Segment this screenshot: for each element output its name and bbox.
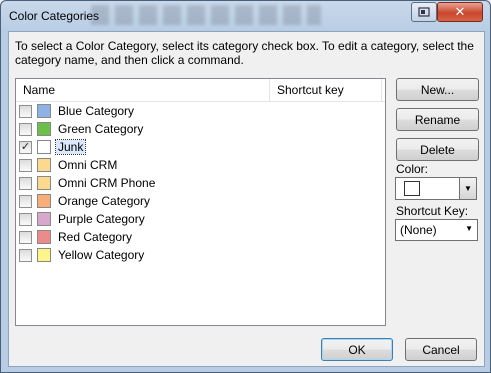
category-color-swatch [37,104,51,118]
ok-button[interactable]: OK [321,338,393,361]
chevron-down-icon[interactable]: ▼ [459,178,476,199]
category-name[interactable]: Omni CRM [56,158,119,172]
category-name[interactable]: Orange Category [56,194,152,208]
category-checkbox[interactable] [19,123,32,136]
shortcut-key-label: Shortcut Key: [396,204,469,218]
help-icon[interactable] [411,2,437,22]
list-item[interactable]: Orange Category [16,192,385,210]
dialog-body: To select a Color Category, select its c… [8,31,485,367]
list-item[interactable]: Blue Category [16,102,385,120]
delete-button[interactable]: Delete [396,138,479,161]
new-button[interactable]: New... [396,78,479,101]
category-checkbox[interactable] [19,249,32,262]
color-picker[interactable]: ▼ [395,177,477,200]
instructions-text: To select a Color Category, select its c… [15,39,474,67]
category-checkbox[interactable] [19,159,32,172]
shortcut-key-value: (None) [400,223,437,237]
category-name[interactable]: Omni CRM Phone [56,176,157,190]
window-title: Color Categories [9,9,100,23]
column-header-name[interactable]: Name [16,79,270,101]
list-header: Name Shortcut key [16,79,385,102]
category-checkbox[interactable] [19,177,32,190]
category-name[interactable]: Purple Category [56,212,147,226]
color-swatch [404,181,420,196]
category-checkbox[interactable] [19,213,32,226]
category-color-swatch [37,158,51,172]
shortcut-key-dropdown[interactable]: (None) ▼ [395,219,478,241]
category-color-swatch [37,230,51,244]
category-color-swatch [37,122,51,136]
list-item[interactable]: Green Category [16,120,385,138]
category-color-swatch [37,194,51,208]
color-categories-dialog: Color Categories ✕ To select a Color Cat… [0,0,491,373]
category-name[interactable]: Yellow Category [56,248,146,262]
category-name[interactable]: Blue Category [56,104,136,118]
close-icon[interactable]: ✕ [437,2,483,22]
list-item[interactable]: Yellow Category [16,246,385,264]
cancel-button[interactable]: Cancel [405,338,477,361]
list-item[interactable]: Omni CRM Phone [16,174,385,192]
title-bar[interactable]: Color Categories ✕ [1,1,490,31]
category-name[interactable]: Junk [54,139,87,155]
dialog-footer: OK Cancel [9,330,484,366]
category-checkbox[interactable] [19,231,32,244]
column-header-shortcut[interactable]: Shortcut key [270,79,382,101]
category-checkbox[interactable] [19,195,32,208]
chevron-down-icon: ▼ [465,224,473,233]
category-name[interactable]: Red Category [56,230,134,244]
category-color-swatch [37,248,51,262]
list-item[interactable]: Purple Category [16,210,385,228]
category-name[interactable]: Green Category [56,122,145,136]
color-label: Color: [396,162,429,176]
category-color-swatch [37,176,51,190]
category-color-swatch [37,140,51,154]
category-color-swatch [37,212,51,226]
list-item[interactable]: Omni CRM [16,156,385,174]
list-item[interactable]: Red Category [16,228,385,246]
list-item[interactable]: ✓ Junk [16,138,385,156]
category-list[interactable]: Name Shortcut key Blue Category Green Cat… [15,78,386,326]
category-checkbox[interactable] [19,105,32,118]
category-checkbox[interactable]: ✓ [19,141,32,154]
rename-button[interactable]: Rename [396,108,479,131]
background-ghost [91,5,321,25]
